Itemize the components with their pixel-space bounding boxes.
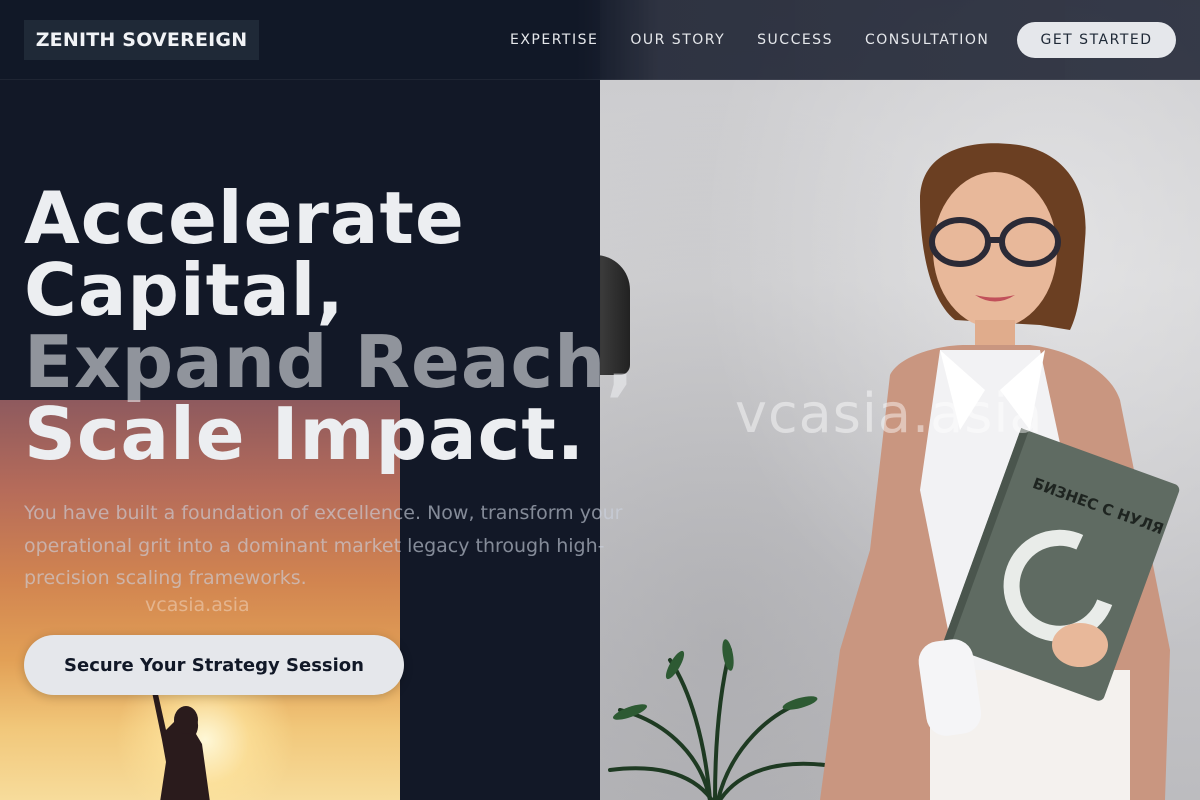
person-silhouette [152,692,210,800]
get-started-button[interactable]: GET STARTED [1017,22,1176,58]
image-watermark: vcasia.asia [145,594,250,616]
hero-title-line: Capital, [24,248,345,332]
hero-title-line: Scale Impact. [24,392,586,476]
hero-subtitle: You have built a foundation of excellenc… [24,502,623,589]
nav-links: EXPERTISE OUR STORY SUCCESS CONSULTATION [510,0,989,80]
nav-link-our-story[interactable]: OUR STORY [630,32,725,48]
secure-strategy-session-button[interactable]: Secure Your Strategy Session [24,635,404,695]
woman-with-book: БИЗНЕС С НУЛЯ [820,143,1180,800]
hero-title-line: Expand Reach, [24,320,635,404]
nav-link-success[interactable]: SUCCESS [757,32,833,48]
top-navbar: ZENITH SOVEREIGN EXPERTISE OUR STORY SUC… [0,0,1200,80]
hero-photo-woman: БИЗНЕС С НУЛЯ vcasia.asia [600,0,1200,800]
hero-title-line: Accelerate [24,176,465,260]
nav-link-consultation[interactable]: CONSULTATION [865,32,989,48]
hero-title: Accelerate Capital, Expand Reach, Scale … [24,182,664,470]
nav-link-expertise[interactable]: EXPERTISE [510,32,598,48]
brand-logo[interactable]: ZENITH SOVEREIGN [24,20,259,60]
image-watermark: vcasia.asia [735,382,1044,445]
